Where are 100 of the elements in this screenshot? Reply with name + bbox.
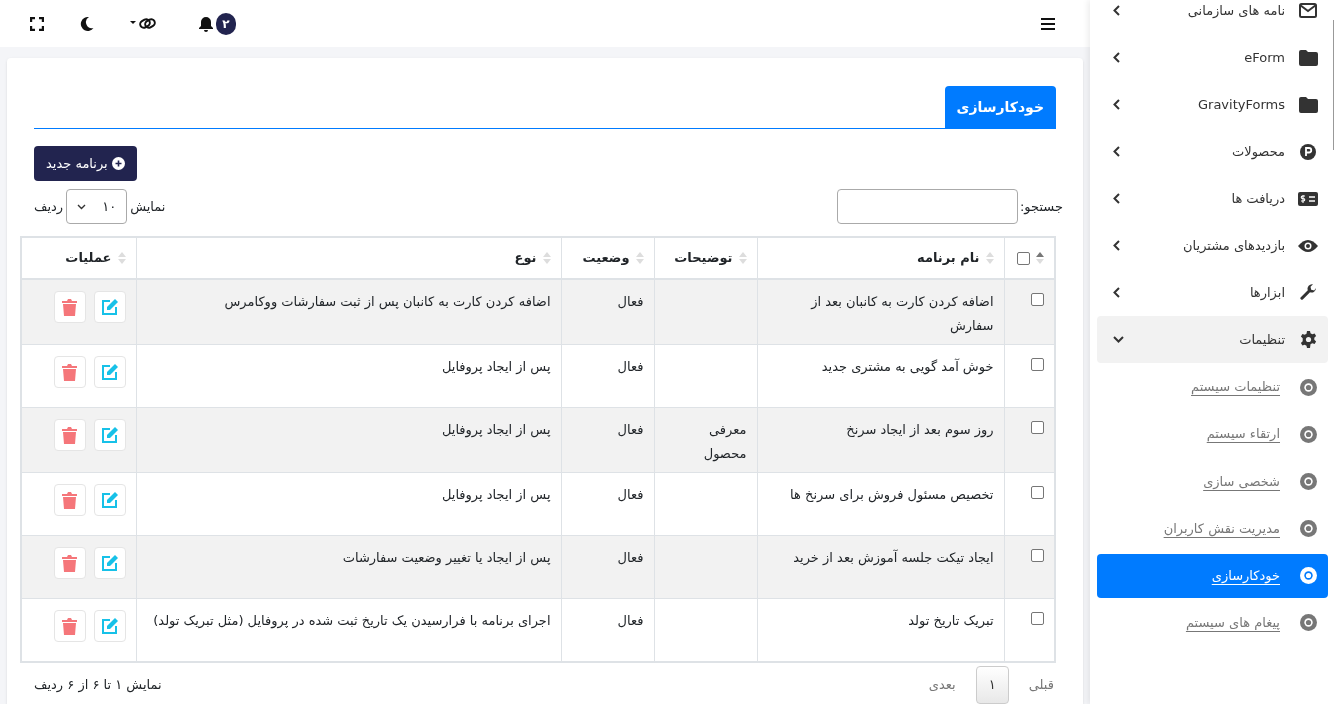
table-cell: اجرای برنامه با فرارسیدن یک تاریخ ثبت شده در پروفایل (مثل تبریک تولد): [153, 613, 551, 628]
table-cell: پس از ایجاد پروفایل: [441, 422, 551, 437]
row-checkbox[interactable]: [1031, 293, 1044, 306]
menu-button[interactable]: [1041, 16, 1057, 31]
table-cell: پس از ایجاد یا تغییر وضعیت سفارشات: [342, 550, 551, 565]
plus-circle-icon: [111, 157, 125, 170]
delete-button[interactable]: [53, 356, 86, 388]
table-cell: فعال: [617, 487, 644, 502]
delete-button[interactable]: [53, 484, 86, 516]
page-size-select[interactable]: ۱۰: [66, 189, 128, 224]
chevron-left-icon: [1113, 193, 1120, 204]
trash-icon: [62, 491, 77, 509]
table-cell: تبریک تاریخ تولد: [908, 613, 994, 628]
edit-button[interactable]: [93, 291, 126, 323]
edit-button[interactable]: [93, 610, 126, 642]
sidebar-item[interactable]: eForm: [1097, 34, 1328, 81]
circle-dot-icon: [1299, 425, 1317, 443]
submenu-item[interactable]: پیغام های سیستم: [1097, 600, 1328, 645]
row-checkbox[interactable]: [1031, 358, 1044, 371]
trash-icon: [62, 617, 77, 635]
link-menu-button[interactable]: [130, 16, 158, 31]
column-header[interactable]: عملیات: [65, 248, 112, 268]
search-label: جستجو:: [1019, 197, 1063, 217]
edit-icon: [100, 298, 119, 316]
table-cell: تخصیص مسئول فروش برای سرنخ ها: [790, 487, 994, 502]
table-cell: فعال: [617, 613, 644, 628]
submenu-item[interactable]: مدیریت نقش کاربران: [1097, 506, 1328, 551]
delete-button[interactable]: [53, 291, 86, 323]
table-cell: فعال: [617, 359, 644, 374]
fullscreen-icon: [30, 16, 44, 31]
chevron-left-icon: [1113, 5, 1120, 16]
folder-icon: [1298, 49, 1318, 66]
table-cell: روز سوم بعد از ایجاد سرنخ: [846, 422, 994, 437]
edit-icon: [100, 617, 119, 635]
wrench-icon: [1299, 284, 1317, 301]
menu-icon: [1041, 17, 1055, 30]
fullscreen-button[interactable]: [30, 15, 46, 32]
delete-button[interactable]: [53, 610, 86, 642]
sidebar-item[interactable]: ابزارها: [1097, 269, 1328, 316]
edit-button[interactable]: [93, 547, 126, 579]
table-cell: ایجاد تیکت جلسه آموزش بعد از خرید: [793, 550, 994, 565]
table-cell: اضافه کردن کارت به کانبان بعد از سفارش: [811, 294, 994, 333]
table-cell: فعال: [617, 422, 644, 437]
page-tab[interactable]: خودکارسازی: [944, 86, 1056, 128]
table-info: نمایش ۱ تا ۶ از ۶ ردیف: [34, 675, 162, 695]
table-cell: فعال: [617, 550, 644, 565]
sidebar-item[interactable]: GravityForms: [1097, 81, 1328, 128]
money-card-icon: [1298, 191, 1318, 206]
row-checkbox[interactable]: [1031, 486, 1044, 499]
row-checkbox[interactable]: [1031, 549, 1044, 562]
trash-icon: [62, 363, 77, 381]
sidebar-item[interactable]: نامه های سازمانی: [1097, 0, 1328, 34]
chevron-left-icon: [1113, 52, 1120, 63]
chevron-left-icon: [1113, 146, 1120, 157]
page-size-unit: ردیف: [34, 197, 64, 217]
delete-button[interactable]: [53, 419, 86, 451]
column-header[interactable]: نام برنامه: [917, 248, 980, 268]
table-cell: خوش آمد گویی به مشتری جدید: [821, 359, 994, 374]
page-number-button[interactable]: ۱: [975, 665, 1009, 704]
sidebar-item[interactable]: تنظیمات: [1097, 316, 1328, 363]
previous-page-button[interactable]: قبلی: [1014, 674, 1068, 695]
row-checkbox[interactable]: [1031, 612, 1044, 625]
submenu-item[interactable]: تنظیمات سیستم: [1097, 365, 1328, 409]
dark-mode-button[interactable]: [80, 15, 96, 32]
chevron-left-icon: [1113, 99, 1120, 110]
envelope-icon: [1299, 3, 1317, 18]
parking-icon: [1300, 143, 1316, 160]
folder-icon: [1298, 96, 1318, 113]
edit-icon: [100, 363, 119, 381]
next-page-button[interactable]: بعدی: [914, 674, 970, 695]
delete-button[interactable]: [53, 547, 86, 579]
search-field[interactable]: [836, 189, 1018, 224]
submenu-item[interactable]: شخصی سازی: [1097, 459, 1328, 504]
chevron-down-icon: [1113, 336, 1124, 343]
chevron-left-icon: [1113, 240, 1120, 251]
sidebar-item[interactable]: محصولات: [1097, 128, 1328, 175]
notifications-button[interactable]: ۲: [198, 12, 236, 35]
page-size-label: نمایش: [130, 197, 166, 217]
moon-icon: [80, 16, 94, 31]
link-icon: [130, 16, 158, 31]
column-header[interactable]: نوع: [514, 248, 537, 268]
edit-icon: [100, 491, 119, 509]
submenu-item[interactable]: ارتقاء سیستم: [1097, 412, 1328, 457]
sidebar-item[interactable]: دریافت ها: [1097, 175, 1328, 222]
edit-button[interactable]: [93, 356, 126, 388]
table-cell: اضافه کردن کارت به کانبان پس از ثبت سفارشات ووکامرس: [224, 294, 551, 309]
select-all-checkbox[interactable]: [1017, 251, 1030, 265]
table-cell: معرفی محصول: [703, 422, 747, 461]
circle-dot-icon: [1299, 520, 1317, 538]
table-cell: پس از ایجاد پروفایل: [441, 359, 551, 374]
submenu-item[interactable]: خودکارسازی: [1097, 553, 1328, 598]
trash-icon: [62, 426, 77, 444]
edit-icon: [100, 554, 119, 572]
edit-button[interactable]: [93, 484, 126, 516]
bell-icon: [198, 15, 214, 32]
row-checkbox[interactable]: [1031, 421, 1044, 434]
new-program-button[interactable]: برنامه جدید: [34, 146, 137, 181]
edit-button[interactable]: [93, 419, 126, 451]
chevron-down-icon: [77, 203, 87, 210]
sidebar-item[interactable]: بازدیدهای مشتریان: [1097, 222, 1328, 269]
